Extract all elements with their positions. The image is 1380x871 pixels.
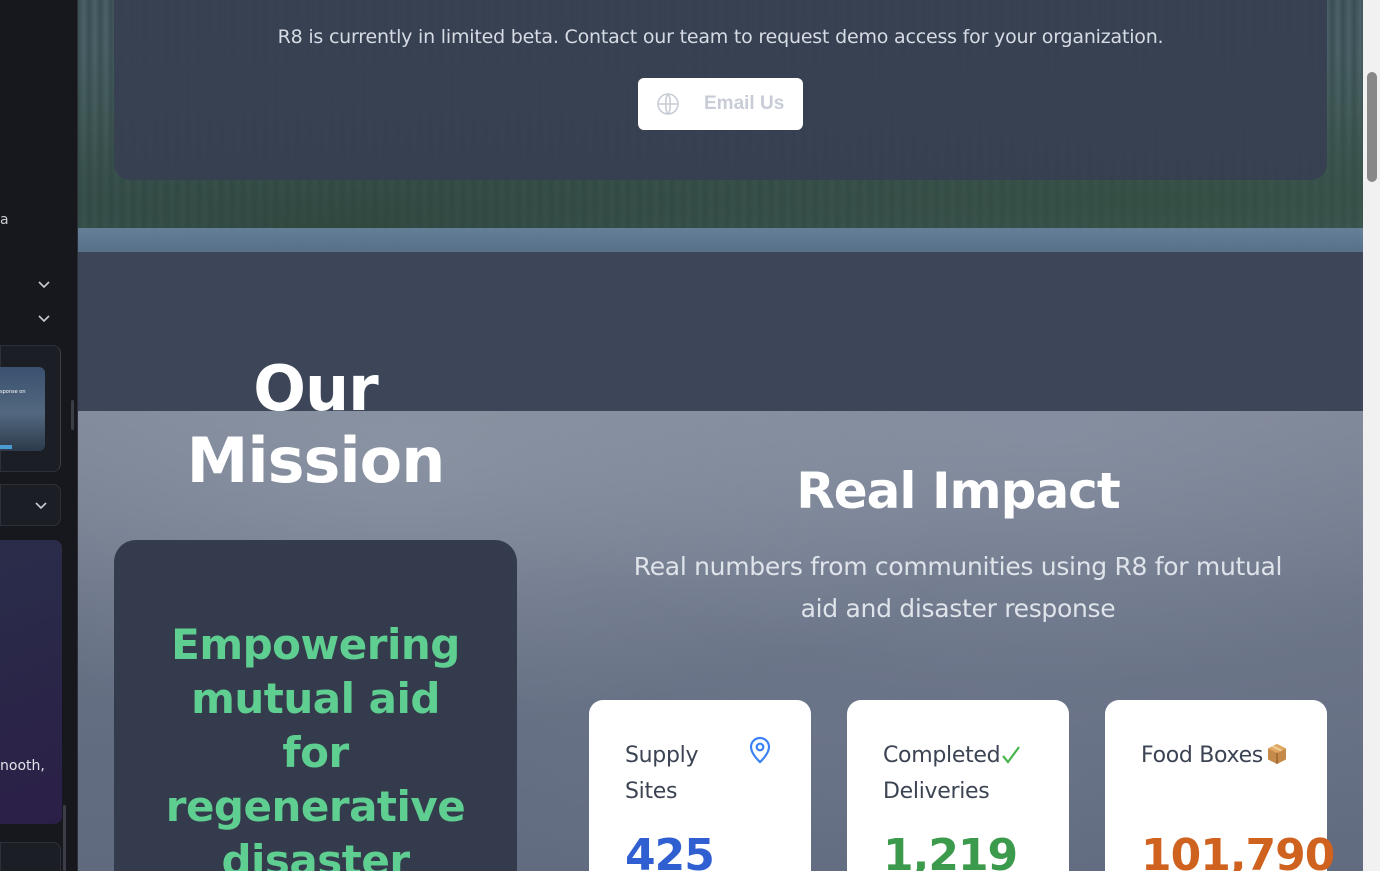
message-card: nooth, [0,540,62,824]
stat-label: Supply Sites [625,743,699,804]
stat-value: 101,790 [1141,830,1335,871]
scrollbar-thumb[interactable] [1367,72,1377,182]
impact-subtitle: Real numbers from communities using R8 f… [633,552,1283,623]
panel-text-fragment: a [0,212,9,228]
globe-icon [657,93,679,115]
check-icon [1002,746,1020,764]
chevron-down-icon[interactable] [33,497,49,513]
impact-heading: Real Impact [796,462,1120,520]
panel-scrollbar[interactable] [71,400,74,430]
beta-notice-card: R8 is currently in limited beta. Contact… [114,0,1327,180]
hero-water [78,228,1363,252]
mission-heading-line2: Mission [186,424,446,497]
stat-card-supply-sites: Supply Sites 425 [589,700,811,871]
mission-tagline: Empowering mutual aid for regenerative d… [165,620,466,871]
side-panel: a sponse on nooth, [0,0,77,871]
panel-scrollbar[interactable] [63,805,66,871]
mission-heading: Our Mission [114,353,517,497]
stat-value: 425 [625,830,715,871]
page-scrollbar[interactable] [1363,0,1380,871]
page-thumbnail[interactable]: sponse on [0,367,45,451]
email-us-label: Email Us [704,93,785,114]
panel-input-box[interactable] [0,842,61,871]
stat-card-food-boxes: Food Boxes 101,790 [1105,700,1335,871]
email-us-button[interactable]: Email Us [638,78,803,130]
chevron-down-icon[interactable] [36,310,52,326]
thumbnail-bar [0,445,12,449]
message-card-text: nooth, [0,758,45,774]
stat-label: Food Boxes [1141,743,1263,768]
stat-card-completed-deliveries: Completed Deliveries 1,219 [847,700,1069,871]
thumbnail-text: sponse on [0,389,26,395]
package-icon [1268,744,1286,764]
mission-card: Empowering mutual aid for regenerative d… [114,540,517,871]
map-pin-icon [749,736,771,764]
panel-dropdown[interactable] [0,484,61,526]
stat-value: 1,219 [883,830,1018,871]
chevron-down-icon[interactable] [36,276,52,292]
mission-heading-line1: Our [253,352,378,425]
beta-notice-text: R8 is currently in limited beta. Contact… [277,26,1164,48]
main-page: R8 is currently in limited beta. Contact… [78,0,1363,871]
